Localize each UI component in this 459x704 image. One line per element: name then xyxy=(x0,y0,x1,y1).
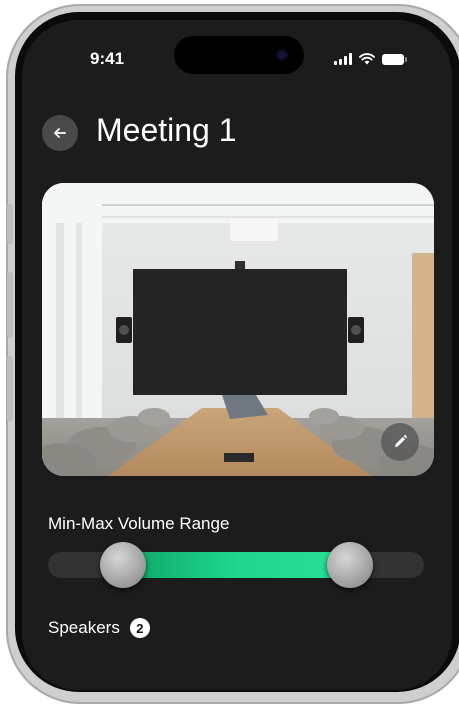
volume-max-handle[interactable] xyxy=(327,542,373,588)
volume-range-label: Min-Max Volume Range xyxy=(48,514,230,533)
dynamic-island xyxy=(174,36,304,74)
status-icons xyxy=(334,51,407,67)
front-camera xyxy=(276,49,288,61)
signal-bars-icon xyxy=(334,53,352,65)
speakers-count-badge: 2 xyxy=(129,618,150,638)
side-button-volume-up xyxy=(7,272,13,338)
battery-icon xyxy=(382,53,407,65)
volume-min-handle[interactable] xyxy=(100,542,146,588)
wifi-icon xyxy=(359,53,375,65)
room-photo-image xyxy=(42,183,434,476)
room-photo xyxy=(42,183,434,476)
back-button[interactable] xyxy=(42,115,78,151)
speakers-label: Speakers xyxy=(48,618,120,637)
side-button-volume-down xyxy=(7,356,13,422)
speakers-section: Speakers 2 xyxy=(48,618,150,638)
edit-photo-button[interactable] xyxy=(381,423,419,461)
arrow-left-icon xyxy=(54,128,66,138)
side-button-action xyxy=(7,204,13,244)
app-screen: 9:41 Meeting 1 Min-Max Volume Range Spea… xyxy=(22,20,452,690)
page-title: Meeting 1 xyxy=(96,112,237,148)
pencil-icon xyxy=(395,435,407,447)
status-time: 9:41 xyxy=(90,49,125,68)
